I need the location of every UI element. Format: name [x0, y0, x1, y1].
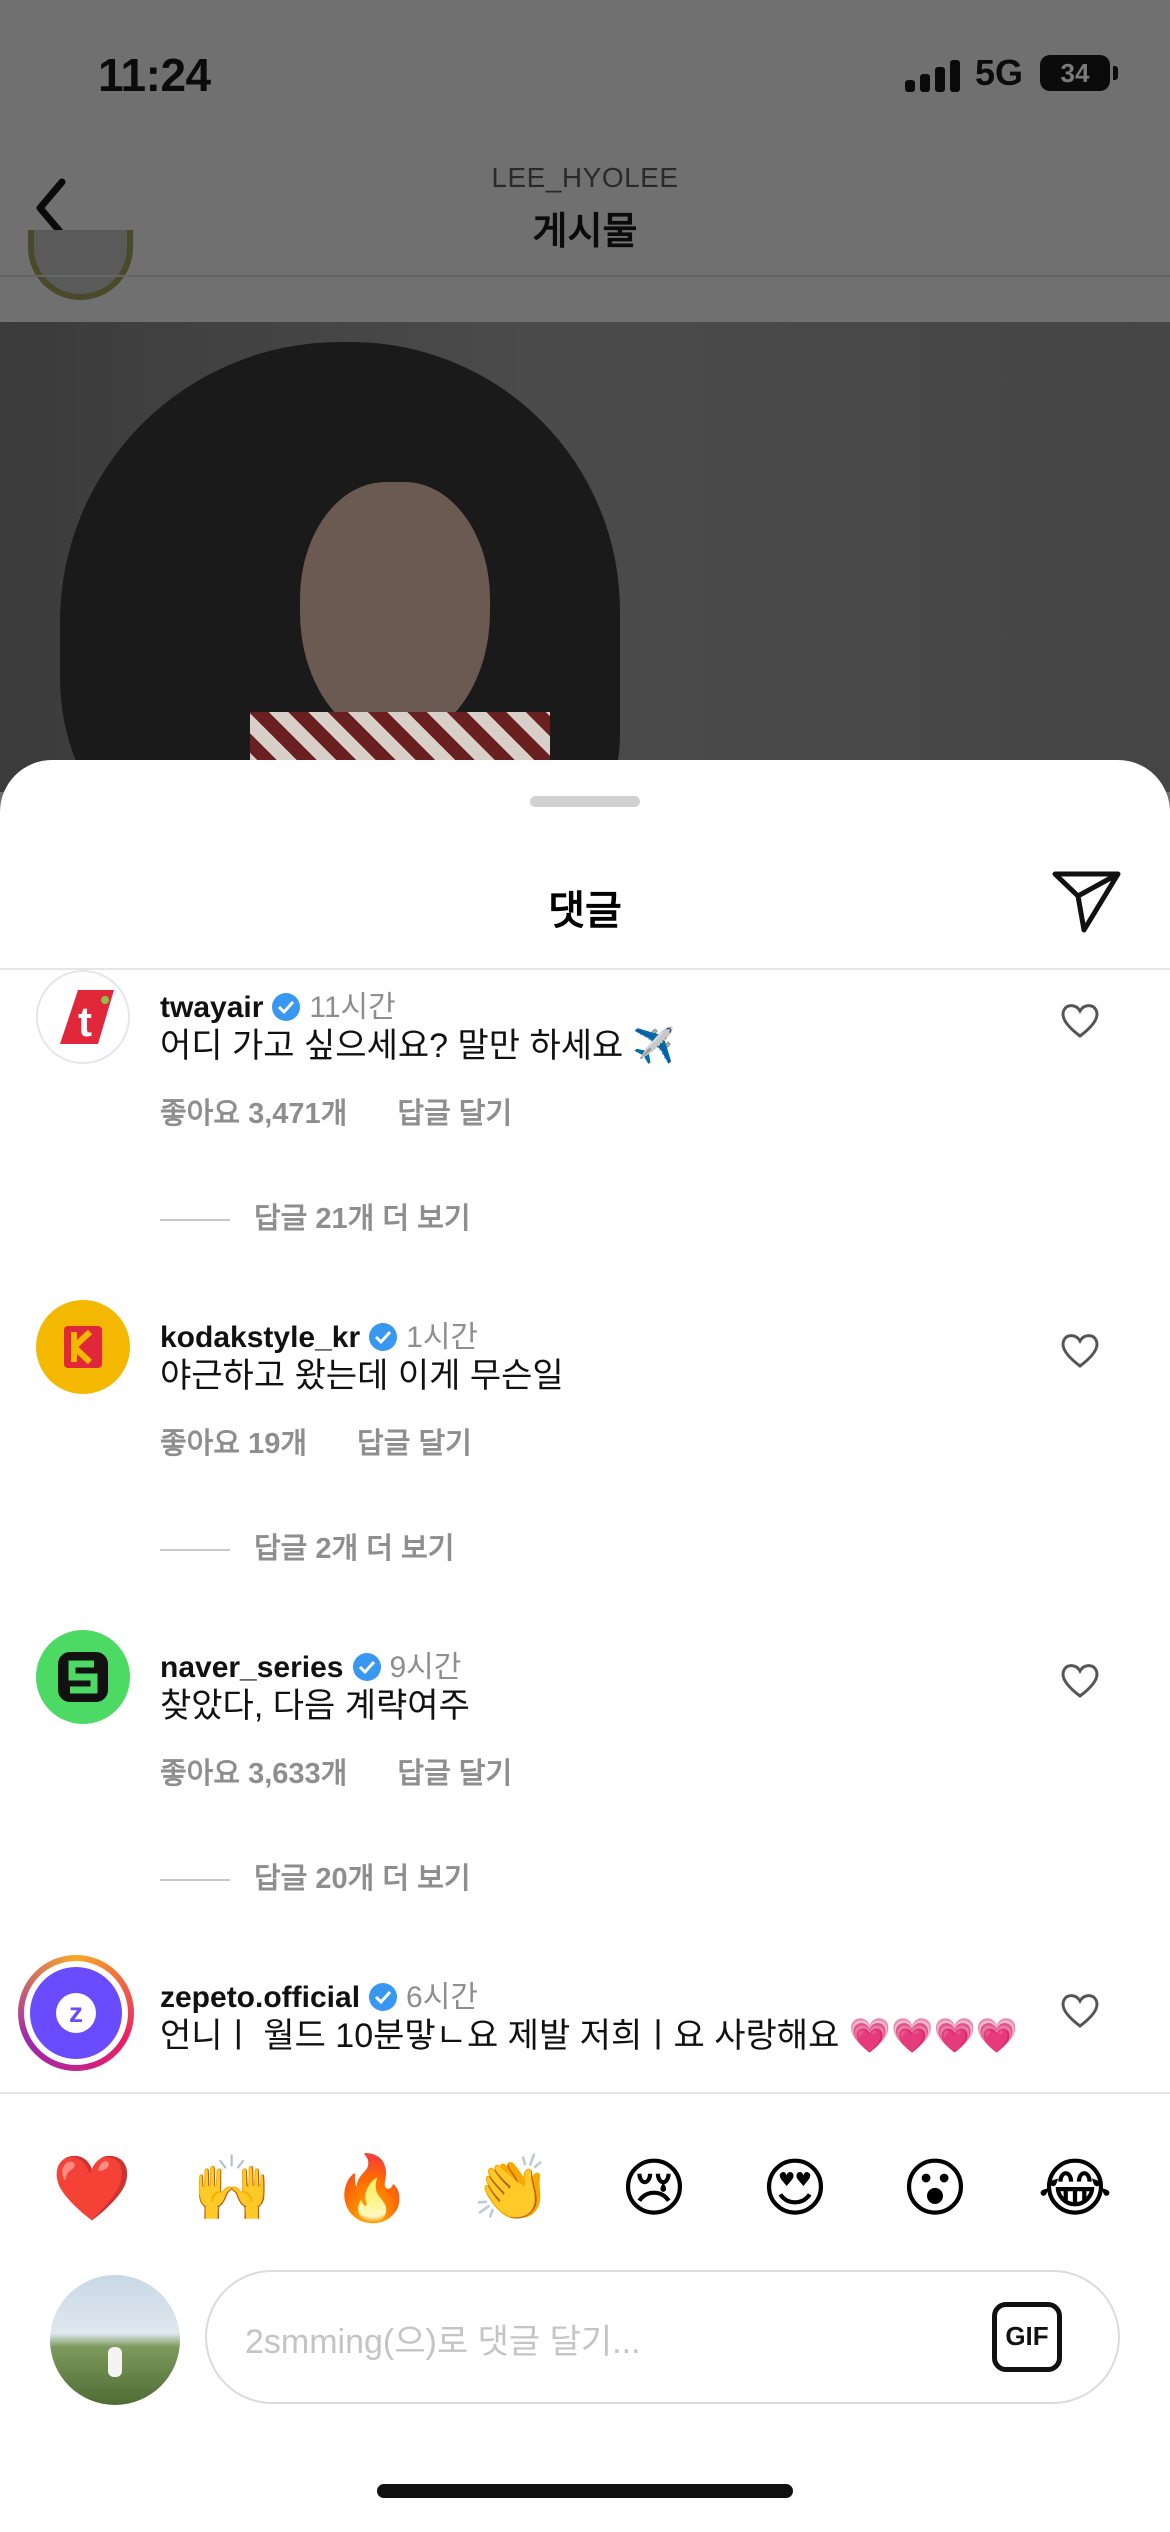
gif-button[interactable]: GIF — [992, 2302, 1062, 2372]
zepeto-logo-icon[interactable]: z — [18, 1955, 134, 2071]
divider — [0, 275, 1170, 277]
svg-text:t: t — [78, 998, 92, 1045]
tway-logo-icon[interactable]: t — [36, 970, 130, 1064]
reply-button[interactable]: 답글 달기 — [357, 1428, 472, 1460]
comments-sheet: 댓글 t twayair 11시간 어디 가고 싶으세요? 말만 하세요 ✈️ 좋… — [0, 760, 1170, 2532]
heart-icon[interactable] — [1058, 1000, 1102, 1040]
comment-actions: 좋아요 19개 답글 달기 — [160, 1420, 472, 1462]
battery-tip — [1113, 66, 1118, 80]
comment-text: 찾았다, 다음 계략여주 — [160, 1687, 470, 1725]
comment-input[interactable]: 2smming(으)로 댓글 달기... GIF — [205, 2270, 1120, 2404]
reaction-surprised[interactable]: 😮 — [895, 2148, 975, 2228]
signal-icon — [905, 58, 961, 92]
comment-text: 어디 가고 싶으세요? 말만 하세요 ✈️ — [160, 1027, 676, 1065]
home-indicator[interactable] — [377, 2484, 793, 2498]
verified-badge-icon — [369, 1983, 398, 2011]
divider — [0, 2092, 1170, 2094]
comment-text: 언니ㅣ 월드 10분맣ㄴ요 제발 저희ㅣ요 사랑해요 💗💗💗💗 — [160, 2017, 1019, 2055]
status-time: 11:24 — [98, 49, 211, 101]
post-photo[interactable] — [0, 322, 1170, 792]
heart-icon[interactable] — [1058, 1330, 1102, 1370]
like-count[interactable]: 좋아요 19개 — [160, 1428, 307, 1460]
view-replies-button[interactable]: 답글 21개 더 보기 — [160, 1195, 471, 1237]
comment-list: t twayair 11시간 어디 가고 싶으세요? 말만 하세요 ✈️ 좋아요 … — [0, 970, 1170, 2092]
reaction-fire[interactable]: 🔥 — [332, 2148, 412, 2228]
reaction-raised-hands[interactable]: 🙌 — [192, 2148, 272, 2228]
battery-icon: 34 — [1040, 55, 1110, 91]
heart-icon[interactable] — [1058, 1660, 1102, 1700]
view-replies-button[interactable]: 답글 20개 더 보기 — [160, 1855, 471, 1897]
status-bar: 11:24 5G 34 — [0, 0, 1170, 150]
reaction-clap[interactable]: 👏 — [472, 2148, 552, 2228]
sheet-title: 댓글 — [548, 889, 622, 933]
page-title: 게시물 — [532, 211, 638, 253]
verified-badge-icon — [272, 993, 301, 1021]
comment-actions: 좋아요 3,633개 답글 달기 — [160, 1750, 512, 1792]
my-avatar — [50, 2275, 180, 2405]
reaction-heart-eyes[interactable]: 😍 — [755, 2148, 835, 2228]
comment-input-placeholder: 2smming(으)로 댓글 달기... — [245, 2323, 641, 2361]
quick-reaction-bar: ❤️ 🙌 🔥 👏 😢 😍 😮 😂 — [0, 2148, 1170, 2228]
reply-button[interactable]: 답글 달기 — [397, 1758, 512, 1790]
reaction-crying[interactable]: 😢 — [614, 2148, 694, 2228]
kodak-logo-icon[interactable] — [36, 1300, 130, 1394]
share-icon[interactable] — [1050, 868, 1124, 934]
view-replies-button[interactable]: 답글 2개 더 보기 — [160, 1525, 454, 1567]
reaction-heart[interactable]: ❤️ — [52, 2148, 132, 2228]
like-count[interactable]: 좋아요 3,471개 — [160, 1098, 347, 1130]
verified-badge-icon — [369, 1323, 398, 1351]
naver-series-logo-icon[interactable] — [36, 1630, 130, 1724]
reaction-laughing[interactable]: 😂 — [1035, 2148, 1115, 2228]
heart-icon[interactable] — [1058, 1990, 1102, 2030]
post-account-label: LEE_HYOLEE — [491, 162, 679, 193]
reply-button[interactable]: 답글 달기 — [397, 1098, 512, 1130]
like-count[interactable]: 좋아요 3,633개 — [160, 1758, 347, 1790]
sheet-grabber[interactable] — [530, 796, 640, 807]
verified-badge-icon — [352, 1653, 381, 1681]
comment-text: 야근하고 왔는데 이게 무슨일 — [160, 1357, 564, 1395]
comment-actions: 좋아요 3,471개 답글 달기 — [160, 1090, 512, 1132]
network-label: 5G — [975, 52, 1024, 93]
